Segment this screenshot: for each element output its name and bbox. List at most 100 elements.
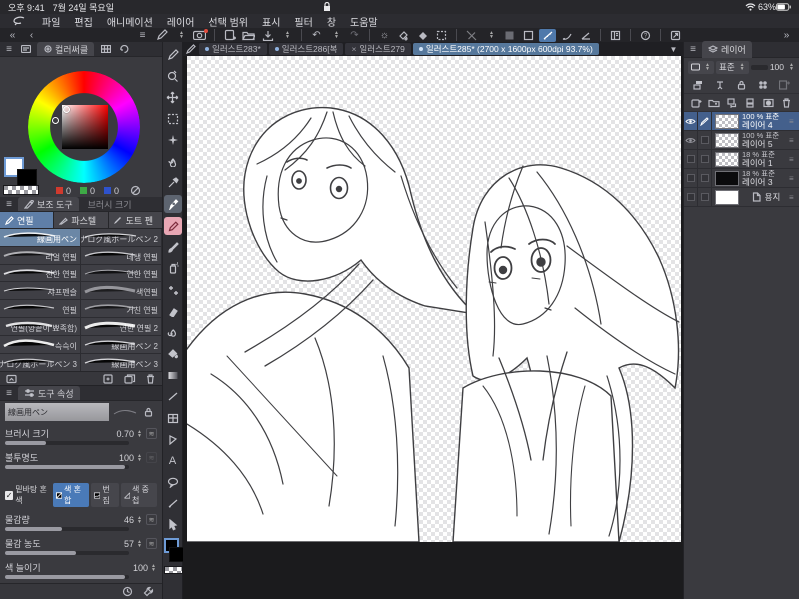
- lock-layer-icon[interactable]: [734, 77, 749, 92]
- export-options-icon[interactable]: ▲ ▼: [278, 29, 295, 42]
- eyedropper-tool[interactable]: [164, 174, 182, 192]
- layer-thumbnail[interactable]: [715, 132, 739, 148]
- app-logo[interactable]: [10, 14, 28, 29]
- editing-target-icon[interactable]: [698, 188, 712, 206]
- main-menu-icon[interactable]: ≡: [134, 29, 151, 42]
- layer-row[interactable]: 100 % 표준 레이어 5 ≡: [684, 131, 799, 150]
- layer-drag-handle[interactable]: ≡: [789, 131, 799, 149]
- layer-opacity-slider[interactable]: [750, 64, 768, 70]
- clear-icon[interactable]: ☼: [376, 29, 393, 42]
- history-icon[interactable]: ▲ ▼: [327, 29, 344, 42]
- layer-thumbnail[interactable]: [715, 189, 739, 205]
- visibility-toggle[interactable]: [684, 188, 698, 206]
- menu-window[interactable]: 창: [327, 14, 336, 29]
- brush-item[interactable]: 연필: [0, 300, 81, 318]
- brush-item[interactable]: 연필(양끝이 뾰족함): [0, 317, 81, 336]
- brush-item[interactable]: 線画用ペン 2: [81, 335, 162, 354]
- panel-menu-icon[interactable]: ≡: [4, 42, 14, 57]
- stepper[interactable]: ▲ ▼: [136, 515, 143, 524]
- brush-item[interactable]: 거친 연필: [81, 300, 162, 318]
- group-tab-pencil[interactable]: 연필: [0, 212, 55, 228]
- fullscreen-icon[interactable]: [667, 29, 684, 42]
- brush-item[interactable]: 데생 연필: [81, 246, 162, 265]
- slider-track[interactable]: [5, 575, 129, 580]
- figure-tool[interactable]: [164, 388, 182, 406]
- text-tool[interactable]: A: [164, 452, 182, 470]
- mix-mode-blend[interactable]: 색 혼합: [52, 483, 90, 508]
- sv-marker[interactable]: [63, 106, 70, 113]
- stepper[interactable]: ▲ ▼: [136, 429, 143, 438]
- panel-menu-icon[interactable]: ≡: [4, 197, 14, 212]
- clip-below-icon[interactable]: [690, 77, 705, 92]
- tab-tool-property[interactable]: 도구 속성: [18, 386, 80, 401]
- new-canvas-icon[interactable]: [221, 29, 238, 42]
- add-subtool-icon[interactable]: [101, 371, 116, 386]
- mix-mode-smudge[interactable]: 번짐: [91, 483, 119, 508]
- pencil-tool[interactable]: [163, 216, 182, 235]
- reset-tool-icon[interactable]: [120, 584, 135, 599]
- open-file-icon[interactable]: [240, 29, 257, 42]
- scroll-left-icon[interactable]: ‹: [23, 29, 40, 42]
- tabbar-pen-icon[interactable]: [185, 42, 197, 57]
- editing-target-icon[interactable]: [698, 150, 712, 168]
- select-area-icon[interactable]: [433, 29, 450, 42]
- correction-line-tool[interactable]: [164, 495, 182, 513]
- layer-drag-handle[interactable]: ≡: [789, 112, 799, 130]
- stepper[interactable]: ▲ ▼: [136, 453, 143, 462]
- layer-row[interactable]: 18 % 표준 레이어 1 ≡: [684, 150, 799, 169]
- lock-settings-icon[interactable]: [141, 405, 156, 420]
- canvas-tab[interactable]: 일러스트283*: [199, 43, 267, 55]
- layer-row[interactable]: 용지 ≡: [684, 188, 799, 207]
- menu-filter[interactable]: 필터: [294, 14, 312, 29]
- undo-icon[interactable]: ↶: [308, 29, 325, 42]
- lock-transparent-icon[interactable]: [712, 77, 727, 92]
- panel-menu-icon[interactable]: ≡: [688, 42, 698, 57]
- tab-layers[interactable]: 레이어: [702, 41, 752, 58]
- collapse-right-icon[interactable]: »: [778, 29, 795, 42]
- stepper[interactable]: ▲ ▼: [136, 539, 143, 548]
- layer-row[interactable]: 100 % 표준 레이어 4 ≡: [684, 112, 799, 131]
- strip-sub-color-chip[interactable]: [168, 546, 184, 562]
- paint-density-dynamics-button[interactable]: ≋: [146, 538, 157, 550]
- current-brush-chip[interactable]: 線画用ペン: [5, 403, 109, 422]
- blend-mode-select[interactable]: 표준 ▲ ▼: [716, 60, 749, 74]
- editing-target-icon[interactable]: [698, 112, 712, 130]
- selection-options-icon[interactable]: ▲ ▼: [482, 29, 499, 42]
- color-set-tab-icon[interactable]: [98, 42, 113, 57]
- blend-tool[interactable]: [164, 324, 182, 342]
- brush-item[interactable]: 진한 연필: [0, 264, 81, 283]
- new-folder-icon[interactable]: [707, 95, 722, 110]
- snap-grid-icon[interactable]: [577, 29, 594, 42]
- layer-thumbnail[interactable]: [715, 113, 739, 129]
- gradient-icon[interactable]: [501, 29, 518, 42]
- color-settings-icon[interactable]: [128, 183, 143, 198]
- visibility-toggle[interactable]: [684, 112, 698, 130]
- visibility-toggle[interactable]: [684, 169, 698, 187]
- mix-mode-overlay[interactable]: 색 중첩: [120, 483, 157, 508]
- delete-subtool-icon[interactable]: [143, 371, 158, 386]
- snap-ruler-icon[interactable]: [539, 28, 556, 42]
- panel-menu-icon[interactable]: ≡: [4, 386, 14, 401]
- canvas-tab[interactable]: × 일러스트279: [345, 43, 411, 55]
- layer-drag-handle[interactable]: ≡: [789, 150, 799, 168]
- hue-marker[interactable]: [52, 117, 59, 124]
- slider-track[interactable]: [5, 551, 129, 556]
- rotate-view-tool[interactable]: [164, 67, 182, 85]
- canvas-tab[interactable]: 일러스트286[복: [268, 43, 344, 55]
- layer-thumbnail[interactable]: [715, 151, 739, 167]
- visibility-toggle[interactable]: [684, 131, 698, 149]
- snap-special-ruler-icon[interactable]: [558, 29, 575, 42]
- frame-icon[interactable]: [520, 29, 537, 42]
- slider-track[interactable]: [5, 527, 129, 532]
- pen-tool[interactable]: [163, 195, 182, 214]
- tab-brush-size[interactable]: 브러시 크기: [83, 197, 137, 212]
- brush-item[interactable]: 연한 연필 2: [81, 317, 162, 336]
- color-slider-tab-icon[interactable]: [18, 42, 33, 57]
- new-layer-icon[interactable]: [689, 95, 704, 110]
- screenshot-icon[interactable]: [191, 28, 208, 42]
- pen-edit-tool-icon[interactable]: [164, 46, 182, 64]
- brush-item[interactable]: 線画用ペン 3: [81, 353, 162, 372]
- airbrush-tool[interactable]: [164, 259, 182, 277]
- gradient-tool[interactable]: [164, 366, 182, 384]
- menu-layer[interactable]: 레이어: [167, 14, 195, 29]
